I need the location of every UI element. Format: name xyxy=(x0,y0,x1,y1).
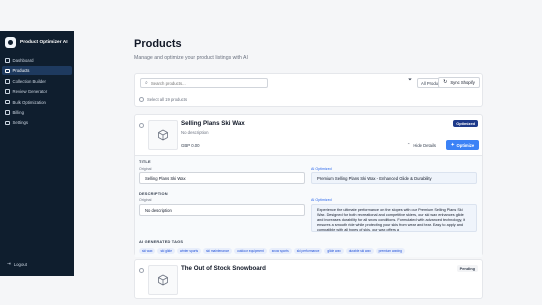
sidebar-item-label: Collection Builder xyxy=(12,78,46,84)
original-label: Original xyxy=(139,167,152,171)
status-badge: Optimized xyxy=(453,120,478,127)
sync-label: Sync Shopify xyxy=(450,80,475,85)
product-details-panel: TITLE Original AI Optimized Selling Plan… xyxy=(135,155,482,257)
sidebar-item-label: Bulk Optimization xyxy=(12,99,46,105)
optimize-button[interactable]: ✦ Optimize xyxy=(446,140,479,150)
sidebar-item-bulk-optimization[interactable]: Bulk Optimization xyxy=(2,98,72,107)
sidebar-item-label: Review Generator xyxy=(12,89,48,95)
sidebar-item-label: Billing xyxy=(12,109,24,115)
sidebar-item-label: Settings xyxy=(12,120,29,126)
tag-chip: ski glide xyxy=(157,248,175,254)
app-logo-icon xyxy=(5,36,16,48)
filter-icon: ⏷ xyxy=(408,77,413,83)
select-all[interactable]: Select all 19 products xyxy=(139,97,187,102)
page-title: Products xyxy=(134,38,182,50)
product-card: Selling Plans Ski Wax No description GBP… xyxy=(134,114,483,257)
tags-section-label: AI GENERATED TAGS xyxy=(139,239,184,244)
sidebar-item-products[interactable]: Products xyxy=(2,66,72,76)
product-select-checkbox[interactable] xyxy=(139,268,144,273)
tag-chip: winter sports xyxy=(176,248,202,254)
product-title[interactable]: The Out of Stock Snowboard xyxy=(181,265,266,272)
tag-chip: premium waxing xyxy=(375,248,405,254)
box-icon xyxy=(5,68,10,74)
search-box: ⌕ xyxy=(140,78,268,88)
search-icon: ⌕ xyxy=(145,79,148,86)
product-image-placeholder xyxy=(148,120,178,150)
optimize-label: Optimize xyxy=(456,142,475,148)
card-icon xyxy=(5,110,10,115)
ai-optimized-label: AI Optimized xyxy=(311,167,332,171)
grid-icon xyxy=(5,58,10,63)
tag-chip: ski performance xyxy=(293,248,323,254)
brand: Product Optimizer AI xyxy=(0,31,74,53)
hide-details-button[interactable]: ⌃ Hide Details xyxy=(407,140,436,150)
search-input[interactable] xyxy=(150,80,261,86)
sidebar-item-collection-builder[interactable]: Collection Builder xyxy=(2,77,72,86)
sparkle-icon: ✦ xyxy=(450,141,455,147)
tag-chip: outdoor equipment xyxy=(234,248,267,254)
product-title[interactable]: Selling Plans Ski Wax xyxy=(181,120,245,127)
original-description-field[interactable]: No description xyxy=(139,204,305,216)
hide-details-label: Hide Details xyxy=(413,142,436,148)
product-price: GBP 0.00 xyxy=(181,143,200,148)
ai-description-field[interactable]: Experience the ultimate performance on t… xyxy=(311,204,477,232)
product-image-placeholder xyxy=(148,265,178,295)
logout-button[interactable]: ⇥ Logout xyxy=(4,260,30,269)
gear-icon xyxy=(5,120,10,126)
sidebar-nav: Dashboard Products Collection Builder Re… xyxy=(0,56,74,127)
tag-list: ski wax ski glide winter sports ski main… xyxy=(139,248,405,254)
product-select-checkbox[interactable] xyxy=(139,123,144,128)
select-all-checkbox[interactable] xyxy=(139,97,144,102)
tag-chip: ski maintenance xyxy=(203,248,233,254)
tag-chip: durable ski wax xyxy=(345,248,374,254)
tag-chip: ski wax xyxy=(139,248,156,254)
product-toolbar: ⌕ ⏷ All Products ⌄ ↻ Sync Shopify Select… xyxy=(134,73,483,107)
page-subtitle: Manage and optimize your product listing… xyxy=(134,55,248,61)
sidebar-item-dashboard[interactable]: Dashboard xyxy=(2,56,72,65)
package-icon xyxy=(158,274,168,286)
logout-icon: ⇥ xyxy=(7,260,11,266)
sidebar-item-label: Products xyxy=(12,68,30,74)
sidebar-item-label: Dashboard xyxy=(12,58,34,63)
tag-chip: glide wax xyxy=(324,248,344,254)
logout-label: Logout xyxy=(13,261,27,267)
sidebar-item-review-generator[interactable]: Review Generator xyxy=(2,87,72,96)
tag-chip: snow sports xyxy=(268,248,292,254)
original-label: Original xyxy=(139,198,152,202)
app-name: Product Optimizer AI xyxy=(20,39,68,45)
select-all-label: Select all 19 products xyxy=(147,97,188,102)
sync-shopify-button[interactable]: ↻ Sync Shopify xyxy=(438,77,480,88)
original-title-field[interactable]: Selling Plans Ski Wax xyxy=(139,172,305,184)
sidebar-item-billing[interactable]: Billing xyxy=(2,108,72,117)
status-badge: Pending xyxy=(456,265,478,272)
refresh-icon: ↻ xyxy=(443,79,448,85)
ai-title-field[interactable]: Premium Selling Plans Ski Wax - Enhanced… xyxy=(311,172,477,184)
ai-optimized-label: AI Optimized xyxy=(311,198,332,202)
chevron-up-icon: ⌃ xyxy=(407,142,411,147)
page-header: Products Manage and optimize your produc… xyxy=(134,38,482,61)
sidebar-item-settings[interactable]: Settings xyxy=(2,118,72,127)
layers-icon xyxy=(5,79,10,84)
title-section-label: TITLE xyxy=(139,159,151,164)
sidebar: Product Optimizer AI Dashboard Products … xyxy=(0,31,74,276)
product-description: No description xyxy=(181,130,209,135)
package-icon xyxy=(158,129,168,141)
description-section-label: DESCRIPTION xyxy=(139,191,168,196)
star-icon xyxy=(5,89,10,94)
zap-icon xyxy=(5,99,10,105)
product-card: The Out of Stock Snowboard Pending xyxy=(134,259,483,299)
